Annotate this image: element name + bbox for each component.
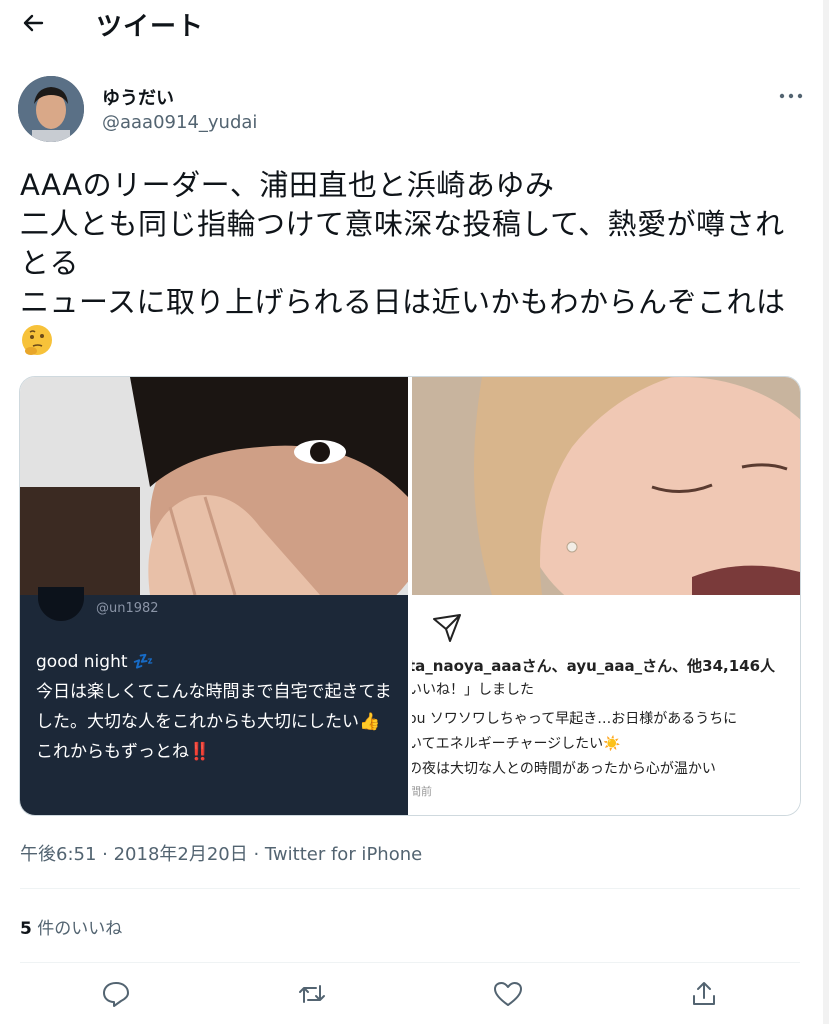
media-grid[interactable]: @un1982 good night 💤 今日は楽しくてこんな時間まで自宅で起き… [19,376,801,816]
divider [20,962,800,963]
uu-logo [38,587,84,621]
author-display-name[interactable]: ゆうだい [102,84,174,110]
more-dots-icon[interactable] [777,86,805,106]
selfie-photo-left [20,377,408,595]
action-bar [0,978,829,1018]
scrollbar-track[interactable] [823,0,829,1024]
instagram-caption-left: good night 💤 今日は楽しくてこんな時間まで自宅で起きてました。大切な… [36,652,392,762]
divider [20,888,800,889]
instagram-time: 間前 [412,785,432,798]
like-icon[interactable] [492,978,524,1010]
retweet-icon[interactable] [296,978,328,1010]
paper-plane-icon [433,614,461,642]
tweet-timestamp[interactable]: 午後6:51 · 2018年2月20日 · Twitter for iPhone [20,840,422,866]
instagram-caption-right: ou ソワソワしちゃって早起き…お日様があるうちに いてエネルギーチャージしたい… [412,711,738,777]
instagram-post-dark: @un1982 good night 💤 今日は楽しくてこんな時間まで自宅で起き… [20,587,408,815]
selfie-photo-right [412,377,800,595]
instagram-likes-suffix: いいね！」しました [412,682,534,698]
avatar[interactable] [18,76,84,142]
likes-count: 5 [20,919,32,939]
instagram-post-light: ta_naoya_aaaさん、ayu_aaa_さん、他34,146人 いいね！」… [412,595,800,815]
author-handle[interactable]: @aaa0914_yudai [102,112,257,133]
likes-count-row[interactable]: 5 件のいいね [20,914,122,939]
top-bar: ツイート [0,0,829,50]
profile-photo [18,76,84,142]
media-photo-right[interactable]: ta_naoya_aaaさん、ayu_aaa_さん、他34,146人 いいね！」… [412,377,800,815]
page-title: ツイート [96,12,205,42]
media-photo-left[interactable]: @un1982 good night 💤 今日は楽しくてこんな時間まで自宅で起き… [20,377,408,815]
tweet-text: AAAのリーダー、浦田直也と浜崎あゆみ 二人とも同じ指輪つけて意味深な投稿して、… [20,166,800,361]
likes-label: 件のいいね [37,919,123,939]
share-icon[interactable] [688,978,720,1010]
tweet-body: AAAのリーダー、浦田直也と浜崎あゆみ 二人とも同じ指輪つけて意味深な投稿して、… [20,168,786,319]
thinking-face-icon [22,325,52,355]
arrow-left-icon[interactable] [18,8,48,38]
instagram-likes: ta_naoya_aaaさん、ayu_aaa_さん、他34,146人 [412,657,776,675]
reply-icon[interactable] [100,978,132,1010]
instagram-handle: @un1982 [96,601,159,616]
